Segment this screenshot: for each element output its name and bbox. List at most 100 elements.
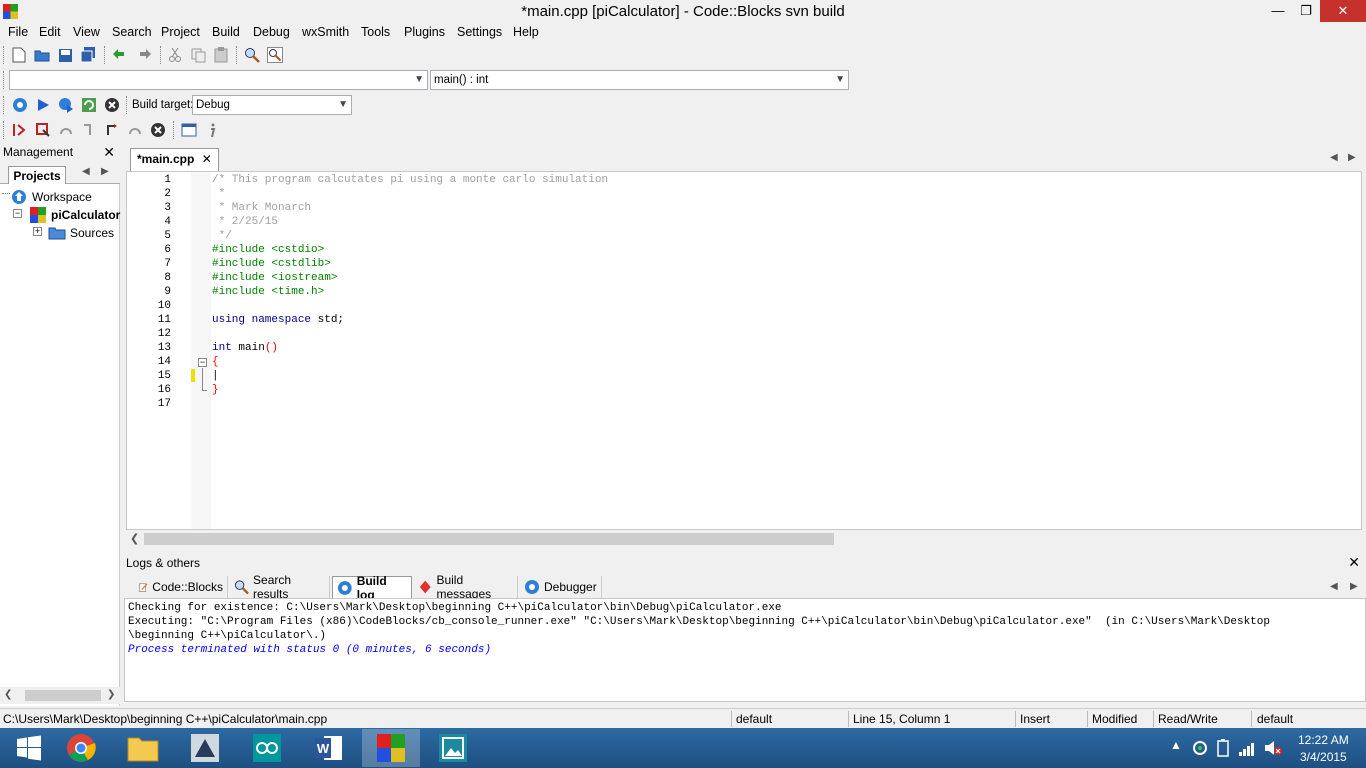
redo-icon[interactable] xyxy=(134,45,154,65)
find-icon[interactable] xyxy=(242,45,262,65)
tree-item-sources[interactable]: + Sources xyxy=(2,224,120,242)
next-line-icon[interactable] xyxy=(56,120,76,140)
fold-collapse-icon[interactable]: − xyxy=(198,358,207,367)
toolbar-grip[interactable] xyxy=(3,71,6,89)
tab-debugger[interactable]: Debugger xyxy=(520,576,602,598)
toolbar-grip[interactable] xyxy=(3,46,6,64)
tab-scroll-left-icon[interactable]: ◀ xyxy=(82,166,90,177)
open-file-icon[interactable] xyxy=(32,45,52,65)
taskbar-arduino[interactable] xyxy=(238,729,296,767)
run-to-cursor-icon[interactable] xyxy=(33,120,53,140)
undo-icon[interactable] xyxy=(110,45,130,65)
step-into-icon[interactable] xyxy=(79,120,99,140)
cut-icon[interactable] xyxy=(165,45,185,65)
scroll-left-icon[interactable]: ❮ xyxy=(130,532,139,545)
maximize-button[interactable]: ❐ xyxy=(1292,0,1320,22)
code-line: { xyxy=(212,356,219,368)
menu-tools[interactable]: Tools xyxy=(361,25,390,39)
tray-volume-muted-icon[interactable] xyxy=(1264,740,1282,756)
line-number: 11 xyxy=(157,314,171,326)
menu-search[interactable]: Search xyxy=(112,25,152,39)
tray-sync-icon[interactable] xyxy=(1192,740,1208,756)
menu-project[interactable]: Project xyxy=(161,25,200,39)
new-file-icon[interactable] xyxy=(9,45,29,65)
paste-icon[interactable] xyxy=(211,45,231,65)
minimize-button[interactable]: — xyxy=(1264,0,1292,22)
code-editor[interactable]: 1 2 3 4 5 6 7 8 9 10 11 12 13 14 15 16 17 − /* This prog… xyxy=(126,171,1362,530)
tab-search-results[interactable]: Search results xyxy=(230,573,330,601)
build-log-text[interactable]: Checking for existence: C:\Users\Mark\De… xyxy=(124,598,1366,702)
toolbar-grip[interactable] xyxy=(3,96,6,114)
menu-help[interactable]: Help xyxy=(513,25,539,39)
tray-expand-icon[interactable]: ▲ xyxy=(1170,738,1182,752)
save-icon[interactable] xyxy=(55,45,75,65)
taskbar-word[interactable]: W xyxy=(300,729,358,767)
abort-icon[interactable] xyxy=(102,95,122,115)
menu-settings[interactable]: Settings xyxy=(457,25,502,39)
next-instruction-icon[interactable] xyxy=(125,120,145,140)
tray-battery-icon[interactable] xyxy=(1216,739,1230,757)
taskbar-app-bird[interactable] xyxy=(176,729,234,767)
toolbar-grip[interactable] xyxy=(3,121,6,139)
menu-wxsmith[interactable]: wxSmith xyxy=(302,25,349,39)
taskbar-codeblocks[interactable] xyxy=(362,729,420,767)
replace-icon[interactable] xyxy=(265,45,285,65)
debug-windows-icon[interactable] xyxy=(179,120,199,140)
tray-signal-icon[interactable] xyxy=(1238,740,1256,756)
run-icon[interactable] xyxy=(33,95,53,115)
scroll-right-icon[interactable]: ❯ xyxy=(107,689,115,700)
taskbar-photos[interactable] xyxy=(424,729,482,767)
tab-main-cpp[interactable]: *main.cpp ✕ xyxy=(130,148,219,171)
tab-scroll-right-icon[interactable]: ▶ xyxy=(101,166,109,177)
start-button[interactable] xyxy=(0,729,58,767)
close-icon[interactable]: ✕ xyxy=(103,144,115,161)
tab-scroll-left-icon[interactable]: ◀ xyxy=(1330,581,1338,592)
tab-build-log[interactable]: Build log xyxy=(332,574,412,602)
code-token: #include <cstdlib> xyxy=(212,258,331,270)
rebuild-icon[interactable] xyxy=(79,95,99,115)
build-target-value: Debug xyxy=(196,99,230,111)
build-and-run-icon[interactable] xyxy=(56,95,76,115)
stop-debugger-icon[interactable] xyxy=(148,120,168,140)
build-target-combo[interactable]: Debug ▼ xyxy=(192,95,352,115)
close-icon[interactable]: ✕ xyxy=(1348,554,1360,571)
build-icon[interactable] xyxy=(10,95,30,115)
tree-item-project[interactable]: − piCalculator xyxy=(2,206,120,224)
tab-scroll-right-icon[interactable]: ▶ xyxy=(1350,581,1358,592)
menu-build[interactable]: Build xyxy=(212,25,240,39)
close-icon[interactable]: ✕ xyxy=(202,152,212,166)
tab-codeblocks-log[interactable]: Code::Blocks xyxy=(134,576,228,598)
copy-icon[interactable] xyxy=(188,45,208,65)
tab-projects[interactable]: Projects xyxy=(8,166,66,184)
scroll-left-icon[interactable]: ❮ xyxy=(4,689,12,700)
taskbar-chrome[interactable] xyxy=(52,729,110,767)
menu-debug[interactable]: Debug xyxy=(253,25,290,39)
menu-plugins[interactable]: Plugins xyxy=(404,25,445,39)
tab-scroll-left-icon[interactable]: ◀ xyxy=(1330,152,1338,163)
management-hscroll[interactable]: ❮ ❯ xyxy=(0,687,120,704)
info-icon[interactable] xyxy=(202,120,222,140)
scroll-thumb[interactable] xyxy=(25,690,101,701)
tab-scroll-right-icon[interactable]: ▶ xyxy=(1348,152,1356,163)
step-out-icon[interactable] xyxy=(102,120,122,140)
scroll-thumb[interactable] xyxy=(144,533,834,545)
menu-edit[interactable]: Edit xyxy=(39,25,61,39)
debug-continue-icon[interactable] xyxy=(10,120,30,140)
scope-combo[interactable]: ▼ xyxy=(9,70,428,90)
tree-item-workspace[interactable]: Workspace xyxy=(2,188,117,206)
editor-hscroll[interactable]: ❮ xyxy=(126,530,1362,547)
taskbar-file-explorer[interactable] xyxy=(114,729,172,767)
photo-icon xyxy=(439,734,467,762)
menu-view[interactable]: View xyxy=(73,25,100,39)
tab-label: Build messages xyxy=(436,573,492,601)
close-button[interactable]: ✕ xyxy=(1320,0,1366,22)
debugger-toolbar xyxy=(0,118,230,143)
function-combo[interactable]: main() : int ▼ xyxy=(430,70,849,90)
menu-file[interactable]: File xyxy=(8,25,28,39)
save-all-icon[interactable] xyxy=(78,45,98,65)
tab-build-messages[interactable]: Build messages xyxy=(414,573,518,601)
expand-icon[interactable]: + xyxy=(33,227,42,236)
clock-date[interactable]: 3/4/2015 xyxy=(1300,750,1347,764)
clock-time[interactable]: 12:22 AM xyxy=(1298,733,1349,747)
collapse-icon[interactable]: − xyxy=(13,209,22,218)
